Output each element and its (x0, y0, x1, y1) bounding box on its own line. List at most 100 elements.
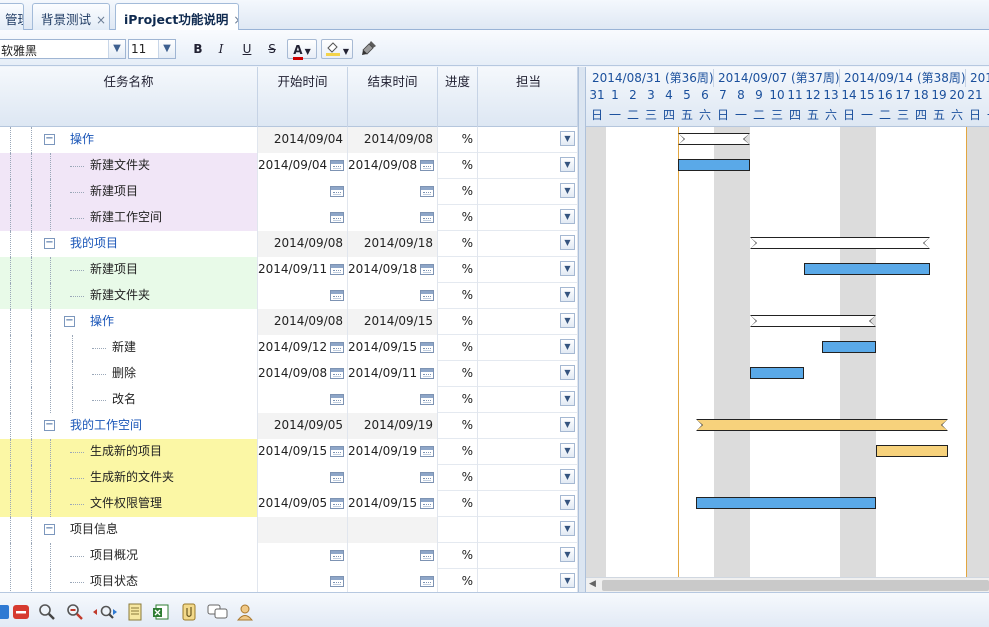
collapse-toggle-icon[interactable]: − (44, 238, 55, 249)
chevron-down-icon[interactable]: ▼ (560, 417, 575, 432)
chevron-down-icon[interactable]: ▼ (560, 391, 575, 406)
chevron-down-icon[interactable]: ▼ (560, 365, 575, 380)
start-date-cell[interactable]: 2014/09/12 (258, 335, 348, 361)
column-header-owner[interactable]: 担当 (478, 67, 578, 127)
calendar-icon[interactable] (330, 212, 344, 223)
end-date-cell[interactable] (348, 465, 438, 491)
calendar-icon[interactable] (420, 342, 434, 353)
table-row[interactable]: 项目概况% ▼ (0, 543, 578, 569)
gantt-summary-bar[interactable] (678, 133, 750, 145)
end-date-cell[interactable]: 2014/09/08 (348, 127, 438, 153)
table-row[interactable]: − 项目信息 ▼ (0, 517, 578, 543)
end-date-cell[interactable] (348, 179, 438, 205)
task-name-cell[interactable]: 新建文件夹 (0, 153, 258, 179)
progress-cell[interactable]: % (438, 439, 478, 465)
tab-manage[interactable]: 管理 (0, 3, 24, 30)
calendar-icon[interactable] (330, 446, 344, 457)
column-header-end-time[interactable]: 结束时间 (348, 67, 438, 127)
progress-cell[interactable]: % (438, 361, 478, 387)
collapse-toggle-icon[interactable]: − (44, 524, 55, 535)
end-date-cell[interactable]: 2014/09/08 (348, 153, 438, 179)
chevron-down-icon[interactable]: ▼ (560, 521, 575, 536)
chevron-down-icon[interactable]: ▼ (108, 40, 125, 58)
chevron-down-icon[interactable]: ▼ (560, 443, 575, 458)
task-name-cell[interactable]: 新建项目 (0, 257, 258, 283)
owner-cell[interactable]: ▼ (478, 413, 578, 439)
scrollbar-thumb[interactable] (602, 580, 989, 591)
calendar-icon[interactable] (330, 160, 344, 171)
chevron-down-icon[interactable]: ▼ (560, 339, 575, 354)
gantt-summary-bar[interactable] (750, 315, 876, 327)
calendar-icon[interactable] (330, 264, 344, 275)
start-date-cell[interactable] (258, 179, 348, 205)
calendar-icon[interactable] (420, 368, 434, 379)
task-name-cell[interactable]: 生成新的项目 (0, 439, 258, 465)
chevron-down-icon[interactable]: ▼ (560, 157, 575, 172)
calendar-icon[interactable] (420, 160, 434, 171)
owner-cell[interactable]: ▼ (478, 127, 578, 153)
scroll-left-icon[interactable]: ◀ (589, 579, 596, 589)
end-date-cell[interactable] (348, 569, 438, 592)
progress-cell[interactable]: % (438, 283, 478, 309)
start-date-cell[interactable]: 2014/09/08 (258, 231, 348, 257)
gantt-task-bar[interactable] (678, 159, 750, 171)
table-row[interactable]: − 操作 2014/09/08 2014/09/15% ▼ (0, 309, 578, 335)
chevron-down-icon[interactable]: ▼ (560, 131, 575, 146)
owner-cell[interactable]: ▼ (478, 543, 578, 569)
calendar-icon[interactable] (420, 576, 434, 587)
attach-icon[interactable] (180, 603, 198, 621)
calendar-icon[interactable] (420, 264, 434, 275)
progress-cell[interactable]: % (438, 491, 478, 517)
font-size-select[interactable]: 11 ▼ (128, 39, 176, 59)
underline-button[interactable]: U (238, 39, 256, 59)
calendar-icon[interactable] (330, 290, 344, 301)
start-date-cell[interactable]: 2014/09/15 (258, 439, 348, 465)
progress-cell[interactable]: % (438, 309, 478, 335)
end-date-cell[interactable]: 2014/09/19 (348, 439, 438, 465)
table-row[interactable]: − 操作 2014/09/04 2014/09/08% ▼ (0, 127, 578, 153)
calendar-icon[interactable] (420, 446, 434, 457)
progress-cell[interactable]: % (438, 205, 478, 231)
italic-button[interactable]: I (212, 39, 230, 59)
task-name-cell[interactable]: − 我的工作空间 (0, 413, 258, 439)
start-date-cell[interactable] (258, 543, 348, 569)
table-row[interactable]: 生成新的文件夹% ▼ (0, 465, 578, 491)
start-date-cell[interactable] (258, 387, 348, 413)
chevron-down-icon[interactable]: ▼ (560, 287, 575, 302)
owner-cell[interactable]: ▼ (478, 231, 578, 257)
end-date-cell[interactable] (348, 387, 438, 413)
chevron-down-icon[interactable]: ▼ (560, 183, 575, 198)
table-row[interactable]: 新建文件夹 2014/09/04 2014/09/08% ▼ (0, 153, 578, 179)
owner-cell[interactable]: ▼ (478, 569, 578, 592)
owner-cell[interactable]: ▼ (478, 257, 578, 283)
delete-icon[interactable] (12, 603, 30, 621)
table-row[interactable]: − 我的工作空间 2014/09/05 2014/09/19% ▼ (0, 413, 578, 439)
owner-cell[interactable]: ▼ (478, 491, 578, 517)
user-icon[interactable] (236, 603, 254, 621)
end-date-cell[interactable]: 2014/09/11 (348, 361, 438, 387)
progress-cell[interactable]: % (438, 569, 478, 592)
calendar-icon[interactable] (330, 186, 344, 197)
gantt-task-bar[interactable] (750, 367, 804, 379)
progress-cell[interactable] (438, 517, 478, 543)
format-painter-button[interactable] (359, 39, 379, 59)
tab-background-test[interactable]: 背景测试 × (32, 3, 110, 30)
task-name-cell[interactable]: 新建工作空间 (0, 205, 258, 231)
collapse-toggle-icon[interactable]: − (44, 134, 55, 145)
calendar-icon[interactable] (420, 212, 434, 223)
progress-cell[interactable]: % (438, 543, 478, 569)
progress-cell[interactable]: % (438, 179, 478, 205)
calendar-icon[interactable] (330, 472, 344, 483)
close-icon[interactable]: × (96, 13, 106, 27)
task-name-cell[interactable]: 删除 (0, 361, 258, 387)
start-date-cell[interactable]: 2014/09/05 (258, 491, 348, 517)
progress-cell[interactable]: % (438, 465, 478, 491)
calendar-icon[interactable] (330, 394, 344, 405)
fill-color-button[interactable]: ▼ (321, 39, 353, 59)
chevron-down-icon[interactable]: ▼ (560, 469, 575, 484)
zoom-fit-icon[interactable] (92, 603, 118, 621)
end-date-cell[interactable] (348, 283, 438, 309)
progress-cell[interactable]: % (438, 231, 478, 257)
owner-cell[interactable]: ▼ (478, 439, 578, 465)
gantt-summary-bar[interactable] (696, 419, 948, 431)
